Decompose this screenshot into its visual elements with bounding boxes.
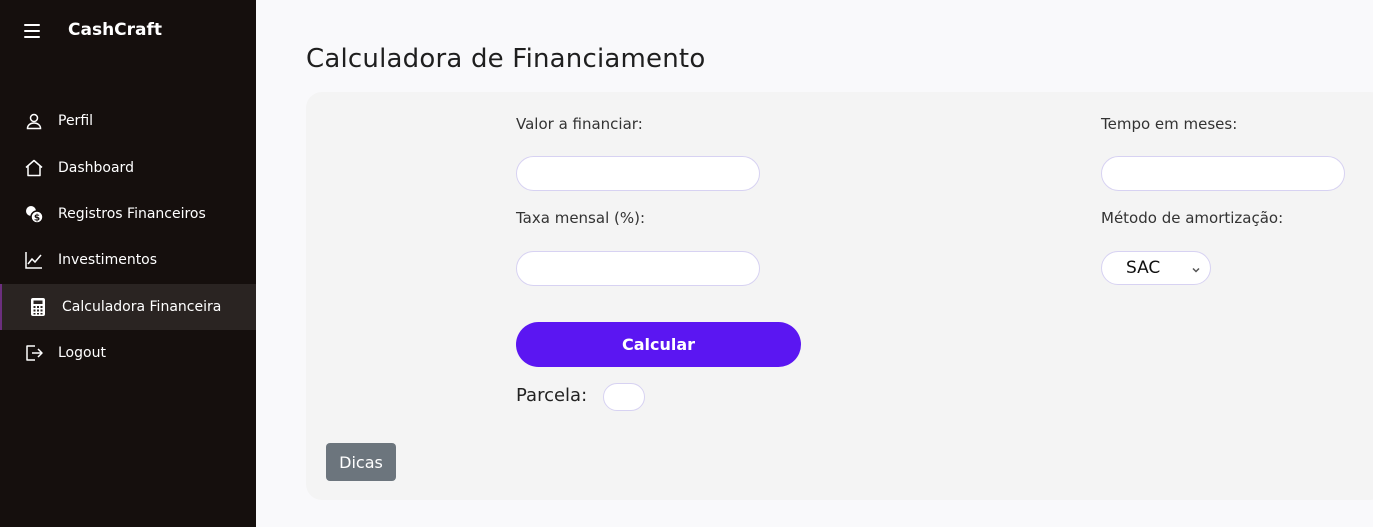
sidebar-item-label: Logout [58,345,106,361]
taxa-label: Taxa mensal (%): [516,209,646,227]
sidebar-item-label: Dashboard [58,160,134,176]
logout-icon [23,342,45,364]
taxa-input[interactable] [516,251,760,286]
valor-input[interactable] [516,156,760,191]
amortization-method-select[interactable]: SAC [1101,251,1211,285]
tempo-label: Tempo em meses: [1101,115,1238,133]
coins-icon: $ [23,203,45,225]
user-icon [23,110,45,132]
dicas-button[interactable]: Dicas [326,443,396,481]
brand-name: CashCraft [68,20,163,40]
calculator-card [306,92,1373,500]
valor-label: Valor a financiar: [516,115,643,133]
sidebar-item-registros[interactable]: $ Registros Financeiros [0,191,256,237]
chevron-down-icon [1190,261,1202,280]
sidebar: CashCraft Perfil Dashboard $ Registros F… [0,0,256,527]
sidebar-item-label: Investimentos [58,252,158,268]
sidebar-item-label: Perfil [58,113,94,129]
sidebar-item-logout[interactable]: Logout [0,330,256,376]
chart-line-icon [23,249,45,271]
parcela-label: Parcela: [516,385,588,406]
sidebar-item-investimentos[interactable]: Investimentos [0,237,256,283]
hamburger-menu-icon[interactable] [24,24,40,38]
home-icon [23,157,45,179]
sidebar-item-calculadora[interactable]: Calculadora Financeira [0,284,256,330]
calculator-icon [27,296,49,318]
sidebar-item-dashboard[interactable]: Dashboard [0,145,256,191]
calcular-button[interactable]: Calcular [516,322,801,367]
parcela-output [603,383,645,411]
svg-text:$: $ [34,214,40,224]
tempo-input[interactable] [1101,156,1345,191]
sidebar-item-perfil[interactable]: Perfil [0,98,256,144]
sidebar-item-label: Calculadora Financeira [62,299,222,315]
page-title: Calculadora de Financiamento [306,44,706,74]
brand-row: CashCraft [0,0,256,64]
metodo-label: Método de amortização: [1101,209,1284,227]
select-value: SAC [1126,258,1161,278]
sidebar-item-label: Registros Financeiros [58,206,206,222]
